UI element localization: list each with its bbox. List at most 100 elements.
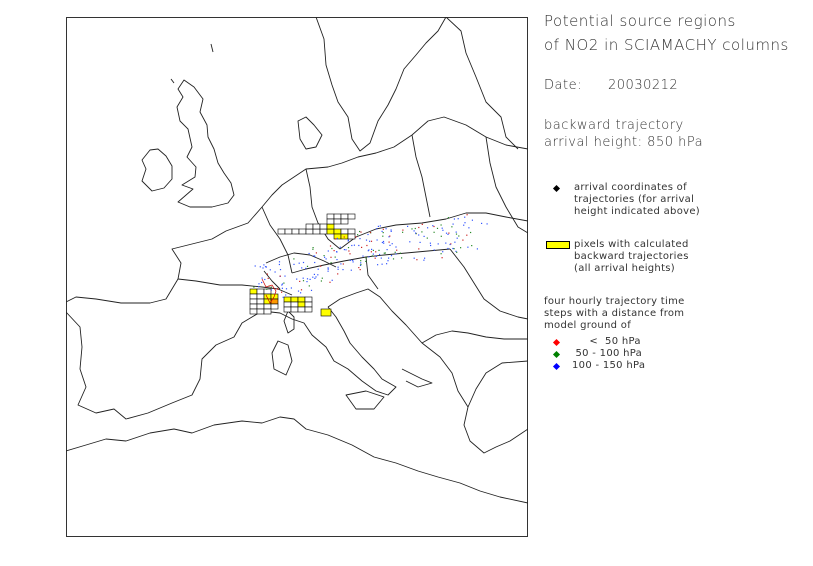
- trajectory-dot: [261, 277, 263, 279]
- trajectory-dot: [323, 255, 325, 257]
- pixel-grid-south: [249, 288, 332, 317]
- map-frame: [66, 17, 528, 537]
- trajectory-dot: [313, 273, 315, 275]
- trajectory-dot: [340, 263, 342, 265]
- trajectory-dot: [385, 228, 387, 230]
- trajectory-dot: [466, 234, 468, 236]
- trajectory-dot: [416, 259, 418, 261]
- trajectory-dot: [327, 268, 329, 270]
- trajectory-dot: [359, 238, 361, 240]
- trajectory-dot: [315, 276, 317, 278]
- trajectory-dot: [421, 231, 423, 233]
- trajectory-dot: [377, 264, 379, 266]
- trajectory-dot: [441, 227, 443, 229]
- trajectory-dot: [382, 240, 385, 243]
- class-range-2: 50 - 100 hPa: [572, 348, 643, 359]
- trajectory-dot: [334, 256, 336, 258]
- trajectory-dot: [401, 257, 403, 259]
- trajectory-dot: [471, 219, 473, 221]
- trajectory-dot: [254, 265, 256, 267]
- trajectory-dot: [362, 255, 364, 257]
- trajectory-dot: [278, 261, 281, 263]
- trajectory-dot: [390, 255, 393, 257]
- timesteps-line-2: steps with a distance from: [544, 308, 685, 319]
- trajectory-dot: [357, 234, 359, 236]
- trajectory-dot: [368, 249, 370, 251]
- trajectory-dot: [433, 249, 435, 251]
- trajectory-dot: [441, 257, 443, 259]
- trajectory-dot: [368, 256, 370, 258]
- trajectory-dot: [390, 229, 392, 231]
- trajectory-dot: [299, 280, 301, 282]
- trajectory-dot: [409, 241, 411, 243]
- trajectory-dot: [358, 267, 360, 269]
- trajectory-dot: [388, 236, 390, 238]
- trajectory-dot: [308, 252, 310, 255]
- trajectory-dot: [360, 231, 362, 233]
- trajectory-dot: [314, 277, 316, 279]
- trajectory-dot: [464, 216, 466, 218]
- trajectory-dot: [456, 237, 458, 239]
- trajectory-dot: [453, 218, 455, 220]
- trajectory-dot: [433, 231, 435, 233]
- trajectory-dot: [388, 257, 390, 259]
- trajectory-dot: [298, 262, 300, 264]
- trajectory-dot: [359, 269, 361, 271]
- trajectory-dot: [342, 263, 344, 265]
- trajectory-dot: [370, 240, 373, 242]
- trajectory-dot: [300, 292, 302, 294]
- trajectory-dot: [452, 223, 454, 225]
- trajectory-dot: [462, 239, 464, 241]
- trajectory-dot: [382, 228, 384, 230]
- trajectory-dot: [460, 247, 462, 249]
- trajectory-dot: [387, 260, 389, 262]
- trajectory-dot: [347, 240, 349, 242]
- trajectory-dot: [320, 265, 322, 267]
- trajectory-dot: [313, 255, 315, 257]
- trajectory-dot: [419, 241, 421, 243]
- trajectory-dot: [371, 248, 373, 250]
- trajectory-dot: [395, 253, 397, 255]
- trajectory-dot: [263, 264, 265, 266]
- trajectory-dot: [359, 230, 361, 233]
- trajectory-dot: [447, 217, 449, 219]
- trajectory-dot: [337, 273, 339, 275]
- trajectory-dot: [437, 243, 439, 245]
- trajectory-dot: [302, 261, 305, 264]
- trajectory-dot: [365, 239, 368, 241]
- trajectory-dot: [310, 289, 313, 291]
- trajectory-dot: [376, 228, 378, 230]
- trajectory-dot: [445, 242, 447, 244]
- map-border: [66, 17, 528, 537]
- trajectory-dot: [277, 288, 279, 290]
- trajectory-dot: [375, 251, 377, 253]
- trajectory-dot: [375, 255, 377, 257]
- pixels-line-3: (all arrival heights): [574, 263, 676, 274]
- trajectory-dot: [423, 259, 425, 261]
- trajectory-dot: [379, 225, 381, 227]
- trajectory-dot: [293, 258, 295, 260]
- trajectory-dot: [390, 230, 392, 232]
- trajectory-dot: [379, 253, 381, 256]
- trajectory-dot: [321, 277, 323, 279]
- trajectory-dot: [440, 253, 442, 255]
- trajectory-dot: [360, 264, 362, 266]
- trajectory-dot: [278, 263, 280, 266]
- trajectory-dot: [302, 280, 305, 282]
- trajectory-dot: [297, 290, 300, 292]
- trajectory-dot: [302, 277, 304, 279]
- trajectory-dot: [464, 222, 466, 224]
- trajectory-dot: [349, 259, 351, 261]
- trajectory-dot: [468, 227, 470, 229]
- trajectory-dot: [308, 285, 310, 287]
- trajectory-dot: [423, 235, 425, 237]
- trajectory-dot: [345, 249, 347, 251]
- title-line-1: Potential source regions: [544, 12, 736, 30]
- arrival-line-3: height indicated above): [574, 206, 700, 217]
- trajectory-dot: [388, 241, 390, 243]
- trajectory-dot: [266, 288, 268, 290]
- trajectory-dot: [470, 231, 472, 234]
- trajectory-dot: [296, 278, 298, 280]
- class-marker-blue-icon: [552, 362, 561, 371]
- trajectory-dot: [355, 236, 357, 238]
